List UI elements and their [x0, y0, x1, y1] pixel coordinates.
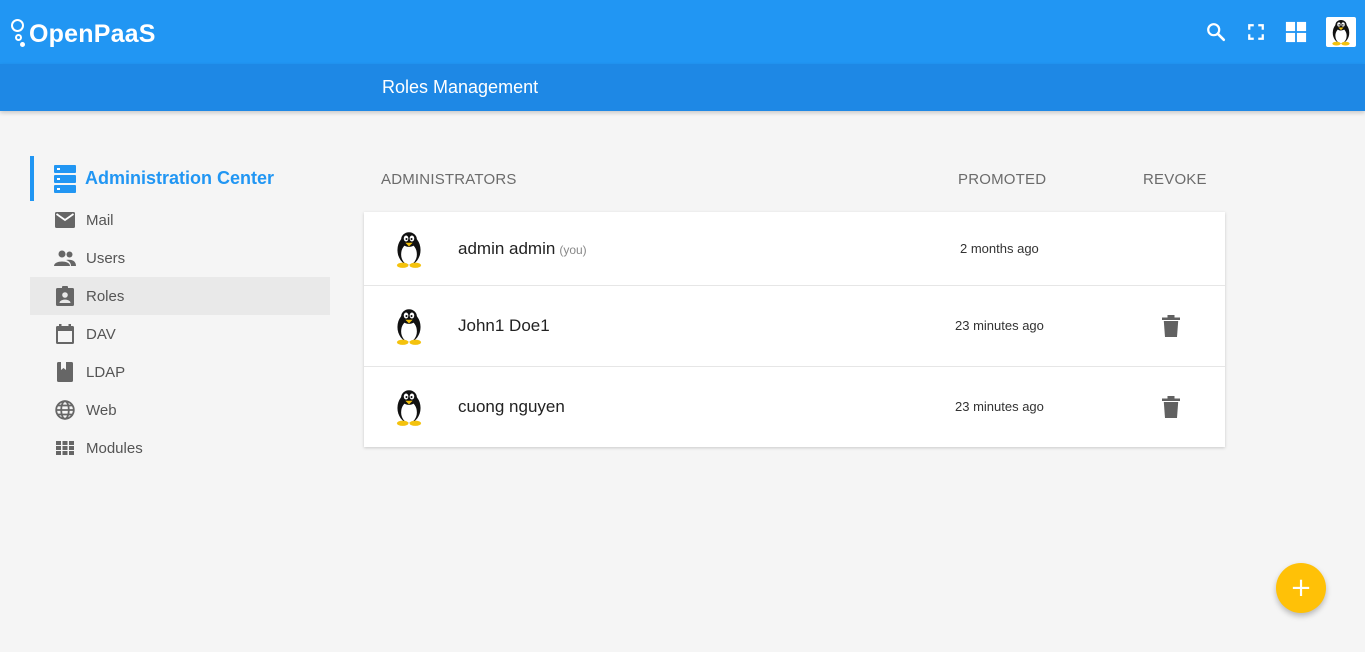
- sidebar-item-roles[interactable]: Roles: [30, 277, 330, 315]
- sidebar-item-label: Mail: [86, 211, 114, 229]
- modules-icon: [54, 437, 76, 459]
- promoted-date: 23 minutes ago: [955, 399, 1044, 414]
- sidebar-item-label: LDAP: [86, 363, 126, 381]
- calendar-icon: [54, 323, 76, 345]
- sidebar-item-label: Roles: [86, 287, 125, 305]
- admin-name: admin admin (you): [458, 239, 587, 259]
- search-icon[interactable]: [1204, 20, 1228, 44]
- avatar: [388, 386, 430, 428]
- admin-name-text: admin admin: [458, 239, 556, 258]
- avatar: [388, 305, 430, 347]
- page-title: Roles Management: [382, 77, 539, 97]
- sidebar-item-label: Web: [86, 401, 117, 419]
- sidebar-item-label: Users: [86, 249, 126, 267]
- logo-text: OpenPaaS: [29, 19, 156, 48]
- administrators-list: admin admin (you) 2 months ago John1 Doe1…: [364, 212, 1225, 447]
- sidebar-item-mail[interactable]: Mail: [30, 201, 330, 239]
- apps-grid-icon[interactable]: [1284, 20, 1308, 44]
- admin-name-text: cuong nguyen: [458, 397, 565, 416]
- server-icon: [53, 164, 77, 194]
- avatar: [388, 228, 430, 270]
- promoted-date: 2 months ago: [960, 241, 1039, 256]
- sidebar-item-modules[interactable]: Modules: [30, 429, 330, 467]
- sidebar-title: Administration Center: [85, 168, 275, 188]
- sidebar-item-ldap[interactable]: LDAP: [30, 353, 330, 391]
- sidebar-item-users[interactable]: Users: [30, 239, 330, 277]
- sidebar-item-label: Modules: [86, 439, 143, 457]
- globe-icon: [54, 399, 76, 421]
- table-row: cuong nguyen 23 minutes ago: [364, 367, 1225, 447]
- sub-header: Roles Management: [0, 64, 1365, 111]
- book-icon: [54, 361, 76, 383]
- table-row: John1 Doe1 23 minutes ago: [364, 286, 1225, 367]
- add-administrator-button[interactable]: +: [1276, 563, 1326, 613]
- column-header-revoke: REVOKE: [1143, 171, 1207, 188]
- admin-sidebar: Administration Center Mail Users Roles D…: [30, 156, 330, 467]
- delete-icon[interactable]: [1160, 315, 1182, 337]
- top-app-bar: OpenPaaS: [0, 0, 1365, 64]
- admin-name: cuong nguyen: [458, 397, 565, 417]
- sidebar-item-web[interactable]: Web: [30, 391, 330, 429]
- admin-name-text: John1 Doe1: [458, 316, 550, 335]
- you-label: (you): [559, 243, 587, 257]
- delete-icon[interactable]: [1160, 396, 1182, 418]
- table-row: admin admin (you) 2 months ago: [364, 212, 1225, 286]
- administration-center-header[interactable]: Administration Center: [30, 156, 330, 201]
- roles-icon: [54, 285, 76, 307]
- admin-name: John1 Doe1: [458, 316, 550, 336]
- user-avatar[interactable]: [1326, 17, 1356, 47]
- logo-mark: [10, 17, 28, 47]
- mail-icon: [54, 209, 76, 231]
- fullscreen-icon[interactable]: [1244, 20, 1268, 44]
- promoted-date: 23 minutes ago: [955, 318, 1044, 333]
- sidebar-item-dav[interactable]: DAV: [30, 315, 330, 353]
- column-header-promoted: PROMOTED: [958, 171, 1047, 188]
- users-icon: [54, 247, 76, 269]
- sidebar-item-label: DAV: [86, 325, 116, 343]
- openpaas-logo[interactable]: OpenPaaS: [10, 14, 156, 50]
- column-header-administrators: ADMINISTRATORS: [381, 171, 517, 188]
